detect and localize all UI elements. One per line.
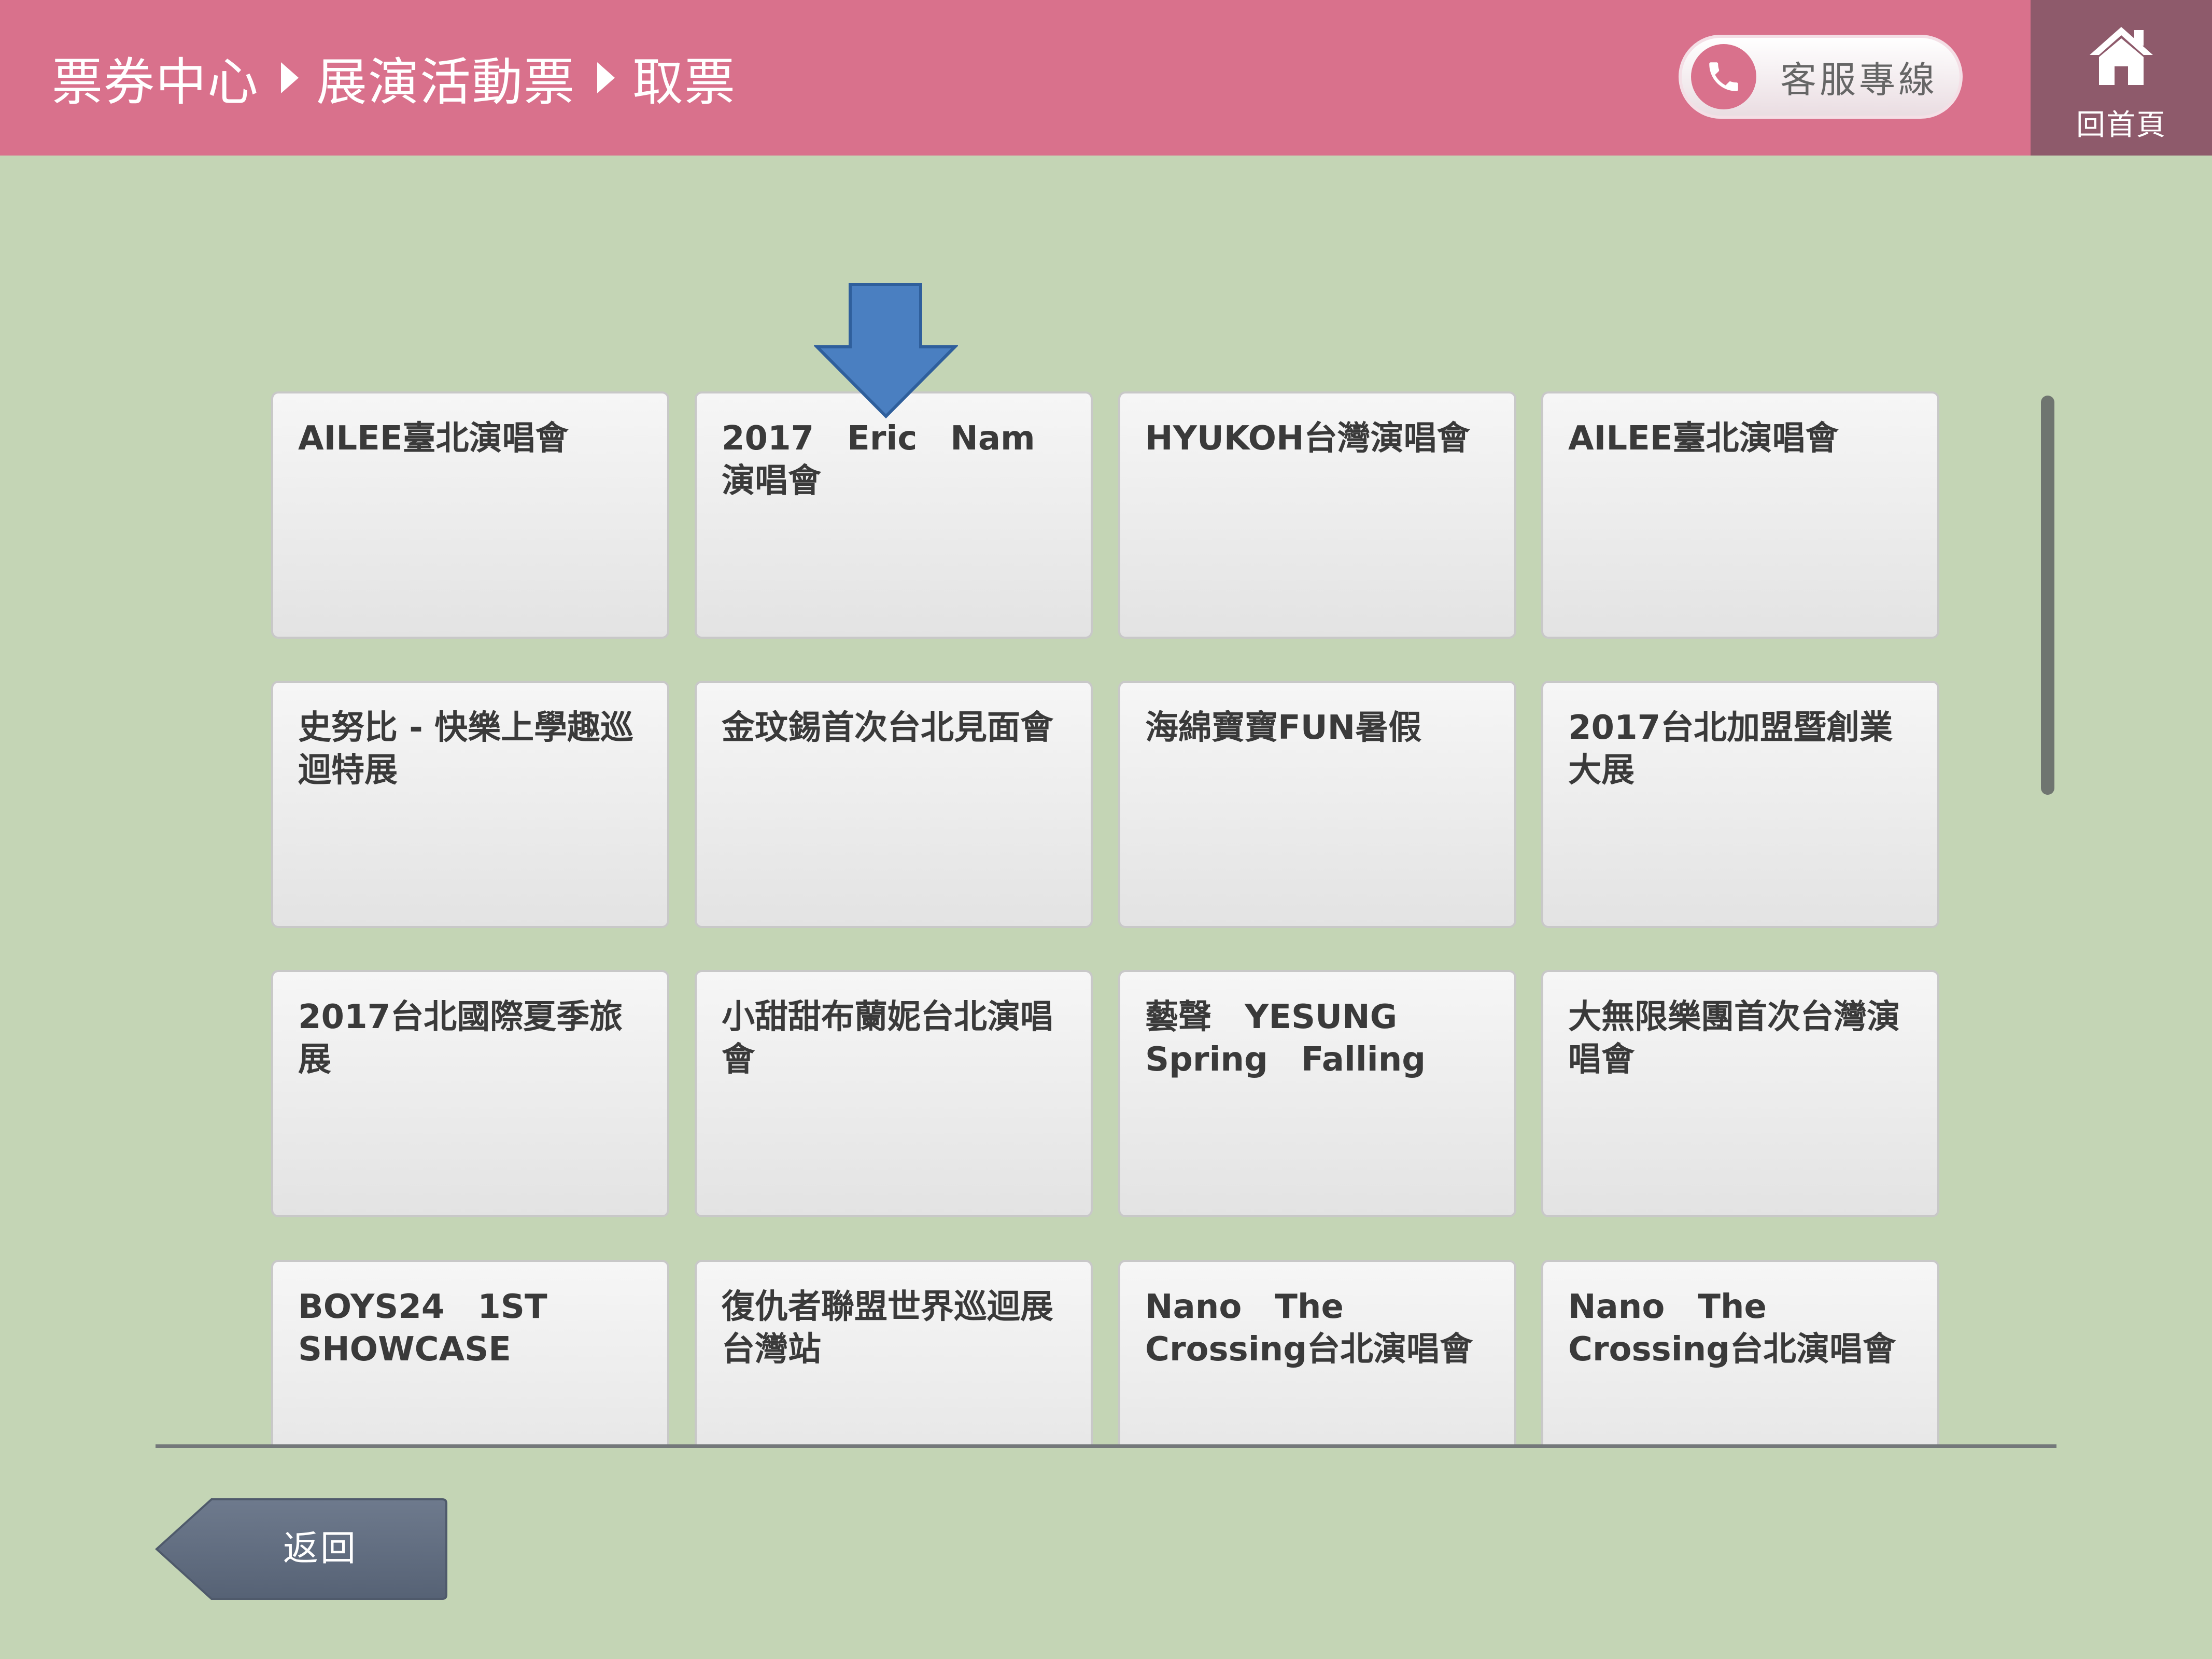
event-title: AILEE臺北演唱會 — [1568, 419, 1839, 458]
home-button[interactable]: 回首頁 — [2031, 0, 2212, 156]
event-tile[interactable]: HYUKOH台灣演唱會 — [1118, 391, 1516, 639]
event-tile[interactable]: 2017台北加盟暨創業大展 — [1541, 681, 1939, 928]
event-grid: AILEE臺北演唱會 2017 Eric Nam演唱會 HYUKOH台灣演唱會 … — [0, 156, 2212, 1445]
back-label: 返回 — [283, 1528, 358, 1569]
event-title: Nano The Crossing台北演唱會 — [1568, 1288, 1896, 1369]
arrow-down-icon — [814, 283, 958, 418]
breadcrumb-item-event-tickets[interactable]: 展演活動票 — [316, 41, 575, 115]
event-tile[interactable]: Nano The Crossing台北演唱會 — [1541, 1260, 1939, 1445]
breadcrumb-item-ticket-center[interactable]: 票券中心 — [52, 41, 259, 115]
breadcrumb-separator-icon — [281, 62, 299, 93]
event-title: 史努比 - 快樂上學趣巡迴特展 — [298, 709, 634, 790]
footer-divider — [156, 1444, 2056, 1448]
scrollbar-thumb[interactable] — [2041, 396, 2054, 795]
event-title: 藝聲 YESUNG Spring Falling — [1145, 998, 1426, 1079]
customer-service-button[interactable]: 客服專線 — [1679, 35, 1963, 119]
phone-icon — [1691, 44, 1756, 109]
breadcrumb-separator-icon — [597, 62, 615, 93]
event-title: Nano The Crossing台北演唱會 — [1145, 1288, 1473, 1369]
event-title: HYUKOH台灣演唱會 — [1145, 419, 1470, 458]
event-title: 復仇者聯盟世界巡迴展 台灣站 — [722, 1288, 1087, 1369]
event-tile[interactable]: 2017台北國際夏季旅展 — [271, 970, 669, 1217]
event-tile[interactable]: 海綿寶寶FUN暑假 — [1118, 681, 1516, 928]
event-tile[interactable]: 藝聲 YESUNG Spring Falling — [1118, 970, 1516, 1217]
event-title: 小甜甜布蘭妮台北演唱會 — [722, 998, 1053, 1079]
event-title: 2017 Eric Nam演唱會 — [722, 419, 1035, 500]
breadcrumb: 票券中心 展演活動票 取票 — [52, 0, 736, 156]
event-tile[interactable]: 大無限樂團首次台灣演唱會 — [1541, 970, 1939, 1217]
event-title: BOYS24 1ST SHOWCASE — [298, 1288, 547, 1369]
home-label: 回首頁 — [2076, 108, 2166, 142]
event-title: 金玟錫首次台北見面會 — [722, 709, 1053, 747]
customer-service-label: 客服專線 — [1780, 58, 1938, 101]
event-tile[interactable]: 金玟錫首次台北見面會 — [695, 681, 1093, 928]
event-tile[interactable]: 史努比 - 快樂上學趣巡迴特展 — [271, 681, 669, 928]
event-tile[interactable]: AILEE臺北演唱會 — [1541, 391, 1939, 639]
event-title: 海綿寶寶FUN暑假 — [1145, 709, 1422, 747]
event-tile[interactable]: 復仇者聯盟世界巡迴展 台灣站 — [695, 1260, 1093, 1445]
event-tile[interactable]: 2017 Eric Nam演唱會 — [695, 391, 1093, 639]
event-tile[interactable]: 小甜甜布蘭妮台北演唱會 — [695, 970, 1093, 1217]
home-icon — [2090, 27, 2153, 85]
event-title: 大無限樂團首次台灣演唱會 — [1568, 998, 1900, 1079]
breadcrumb-item-pickup: 取票 — [632, 53, 737, 112]
header-bar: 票券中心 展演活動票 取票 客服專線 回首頁 — [0, 0, 2212, 156]
event-title: AILEE臺北演唱會 — [298, 419, 569, 458]
event-title: 2017台北國際夏季旅展 — [298, 998, 623, 1079]
event-tile[interactable]: AILEE臺北演唱會 — [271, 391, 669, 639]
event-tile[interactable]: Nano The Crossing台北演唱會 — [1118, 1260, 1516, 1445]
event-title: 2017台北加盟暨創業大展 — [1568, 709, 1893, 790]
event-tile[interactable]: BOYS24 1ST SHOWCASE — [271, 1260, 669, 1445]
back-button[interactable]: 返回 — [154, 1497, 448, 1601]
